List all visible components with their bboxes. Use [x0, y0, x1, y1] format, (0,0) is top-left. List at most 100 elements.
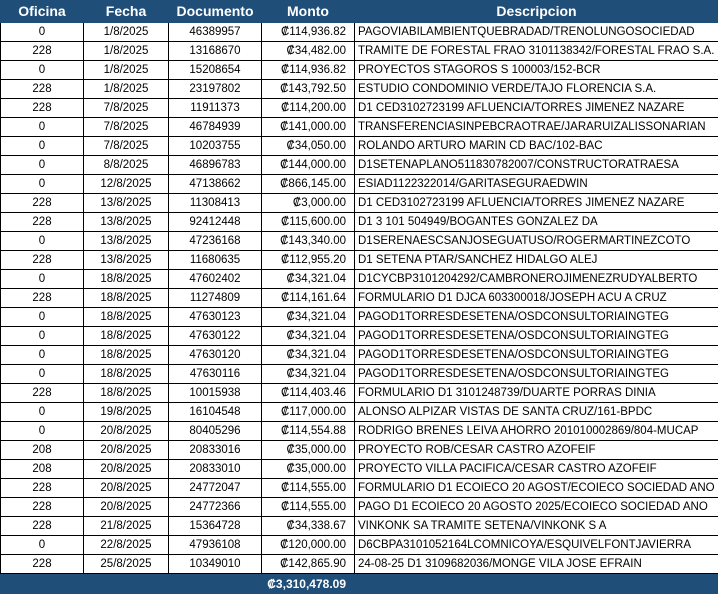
- monto-cell[interactable]: ₡866,145.00: [262, 175, 355, 194]
- oficina-cell[interactable]: 0: [1, 403, 84, 422]
- documento-cell[interactable]: 47630116: [169, 365, 262, 384]
- descripcion-cell[interactable]: PAGO D1 ECOIECO 20 AGOSTO 2025/ECOIECO S…: [355, 498, 718, 517]
- fecha-cell[interactable]: 25/8/2025: [84, 555, 169, 574]
- descripcion-cell[interactable]: ROLANDO ARTURO MARIN CD BAC/102-BAC: [355, 137, 718, 156]
- fecha-cell[interactable]: 7/8/2025: [84, 137, 169, 156]
- documento-cell[interactable]: 46389957: [169, 23, 262, 42]
- documento-cell[interactable]: 11308413: [169, 194, 262, 213]
- fecha-cell[interactable]: 21/8/2025: [84, 517, 169, 536]
- monto-cell[interactable]: ₡112,955.20: [262, 251, 355, 270]
- descripcion-cell[interactable]: PAGOD1TORRESDESETENA/OSDCONSULTORIAINGTE…: [355, 346, 718, 365]
- documento-cell[interactable]: 15208654: [169, 61, 262, 80]
- descripcion-cell[interactable]: PROYECTO VILLA PACIFICA/CESAR CASTRO AZO…: [355, 460, 718, 479]
- monto-cell[interactable]: ₡3,000.00: [262, 194, 355, 213]
- fecha-cell[interactable]: 13/8/2025: [84, 194, 169, 213]
- fecha-cell[interactable]: 18/8/2025: [84, 270, 169, 289]
- documento-cell[interactable]: 15364728: [169, 517, 262, 536]
- header-descripcion[interactable]: Descripcion: [355, 1, 718, 23]
- documento-cell[interactable]: 10349010: [169, 555, 262, 574]
- documento-cell[interactable]: 47630120: [169, 346, 262, 365]
- monto-cell[interactable]: ₡143,340.00: [262, 232, 355, 251]
- oficina-cell[interactable]: 228: [1, 80, 84, 99]
- fecha-cell[interactable]: 20/8/2025: [84, 460, 169, 479]
- oficina-cell[interactable]: 0: [1, 61, 84, 80]
- fecha-cell[interactable]: 22/8/2025: [84, 536, 169, 555]
- monto-cell[interactable]: ₡35,000.00: [262, 460, 355, 479]
- oficina-cell[interactable]: 228: [1, 251, 84, 270]
- oficina-cell[interactable]: 228: [1, 194, 84, 213]
- oficina-cell[interactable]: 0: [1, 365, 84, 384]
- oficina-cell[interactable]: 0: [1, 137, 84, 156]
- oficina-cell[interactable]: 228: [1, 498, 84, 517]
- fecha-cell[interactable]: 13/8/2025: [84, 251, 169, 270]
- monto-cell[interactable]: ₡34,482.00: [262, 42, 355, 61]
- monto-cell[interactable]: ₡34,321.04: [262, 365, 355, 384]
- monto-cell[interactable]: ₡117,000.00: [262, 403, 355, 422]
- oficina-cell[interactable]: 228: [1, 42, 84, 61]
- fecha-cell[interactable]: 18/8/2025: [84, 346, 169, 365]
- descripcion-cell[interactable]: ESIAD1122322014/GARITASEGURAEDWIN: [355, 175, 718, 194]
- fecha-cell[interactable]: 18/8/2025: [84, 384, 169, 403]
- fecha-cell[interactable]: 20/8/2025: [84, 422, 169, 441]
- documento-cell[interactable]: 80405296: [169, 422, 262, 441]
- monto-cell[interactable]: ₡144,000.00: [262, 156, 355, 175]
- descripcion-cell[interactable]: TRANSFERENCIASINPEBCRAOTRAE/JARARUIZALIS…: [355, 118, 718, 137]
- fecha-cell[interactable]: 7/8/2025: [84, 118, 169, 137]
- monto-cell[interactable]: ₡34,321.04: [262, 327, 355, 346]
- fecha-cell[interactable]: 20/8/2025: [84, 498, 169, 517]
- fecha-cell[interactable]: 1/8/2025: [84, 61, 169, 80]
- fecha-cell[interactable]: 1/8/2025: [84, 80, 169, 99]
- monto-cell[interactable]: ₡114,200.00: [262, 99, 355, 118]
- documento-cell[interactable]: 10015938: [169, 384, 262, 403]
- documento-cell[interactable]: 11274809: [169, 289, 262, 308]
- monto-cell[interactable]: ₡34,050.00: [262, 137, 355, 156]
- monto-cell[interactable]: ₡34,321.04: [262, 308, 355, 327]
- descripcion-cell[interactable]: PROYECTOS STAGOROS S 100003/152-BCR: [355, 61, 718, 80]
- documento-cell[interactable]: 20833010: [169, 460, 262, 479]
- oficina-cell[interactable]: 0: [1, 536, 84, 555]
- documento-cell[interactable]: 11680635: [169, 251, 262, 270]
- fecha-cell[interactable]: 13/8/2025: [84, 232, 169, 251]
- fecha-cell[interactable]: 18/8/2025: [84, 365, 169, 384]
- monto-cell[interactable]: ₡114,554.88: [262, 422, 355, 441]
- descripcion-cell[interactable]: FORMULARIO D1 DJCA 603300018/JOSEPH ACU …: [355, 289, 718, 308]
- descripcion-cell[interactable]: D1 SETENA PTAR/SANCHEZ HIDALGO ALEJ: [355, 251, 718, 270]
- header-fecha[interactable]: Fecha: [84, 1, 169, 23]
- documento-cell[interactable]: 47936108: [169, 536, 262, 555]
- documento-cell[interactable]: 11911373: [169, 99, 262, 118]
- monto-cell[interactable]: ₡114,555.00: [262, 479, 355, 498]
- documento-cell[interactable]: 92412448: [169, 213, 262, 232]
- descripcion-cell[interactable]: ALONSO ALPIZAR VISTAS DE SANTA CRUZ/161-…: [355, 403, 718, 422]
- oficina-cell[interactable]: 0: [1, 175, 84, 194]
- oficina-cell[interactable]: 208: [1, 460, 84, 479]
- monto-cell[interactable]: ₡114,936.82: [262, 61, 355, 80]
- documento-cell[interactable]: 16104548: [169, 403, 262, 422]
- monto-cell[interactable]: ₡34,321.04: [262, 270, 355, 289]
- oficina-cell[interactable]: 0: [1, 308, 84, 327]
- oficina-cell[interactable]: 228: [1, 555, 84, 574]
- monto-cell[interactable]: ₡35,000.00: [262, 441, 355, 460]
- descripcion-cell[interactable]: D1CYCBP3101204292/CAMBRONEROJIMENEZRUDYA…: [355, 270, 718, 289]
- descripcion-cell[interactable]: D1SETENAPLANO511830782007/CONSTRUCTORATR…: [355, 156, 718, 175]
- documento-cell[interactable]: 10203755: [169, 137, 262, 156]
- oficina-cell[interactable]: 228: [1, 479, 84, 498]
- oficina-cell[interactable]: 0: [1, 232, 84, 251]
- fecha-cell[interactable]: 18/8/2025: [84, 289, 169, 308]
- oficina-cell[interactable]: 228: [1, 213, 84, 232]
- header-monto[interactable]: Monto: [262, 1, 355, 23]
- fecha-cell[interactable]: 7/8/2025: [84, 99, 169, 118]
- total-amount[interactable]: ₡3,310,478.09: [262, 574, 355, 594]
- documento-cell[interactable]: 46784939: [169, 118, 262, 137]
- oficina-cell[interactable]: 0: [1, 118, 84, 137]
- oficina-cell[interactable]: 208: [1, 441, 84, 460]
- descripcion-cell[interactable]: D6CBPA3101052164LCOMNICOYA/ESQUIVELFONTJ…: [355, 536, 718, 555]
- monto-cell[interactable]: ₡114,403.46: [262, 384, 355, 403]
- fecha-cell[interactable]: 13/8/2025: [84, 213, 169, 232]
- fecha-cell[interactable]: 20/8/2025: [84, 441, 169, 460]
- descripcion-cell[interactable]: PAGOVIABILAMBIENTQUEBRADAD/TRENOLUNGOSOC…: [355, 23, 718, 42]
- documento-cell[interactable]: 24772366: [169, 498, 262, 517]
- fecha-cell[interactable]: 1/8/2025: [84, 23, 169, 42]
- descripcion-cell[interactable]: PAGOD1TORRESDESETENA/OSDCONSULTORIAINGTE…: [355, 365, 718, 384]
- oficina-cell[interactable]: 0: [1, 270, 84, 289]
- descripcion-cell[interactable]: D1 3 101 504949/BOGANTES GONZALEZ DA: [355, 213, 718, 232]
